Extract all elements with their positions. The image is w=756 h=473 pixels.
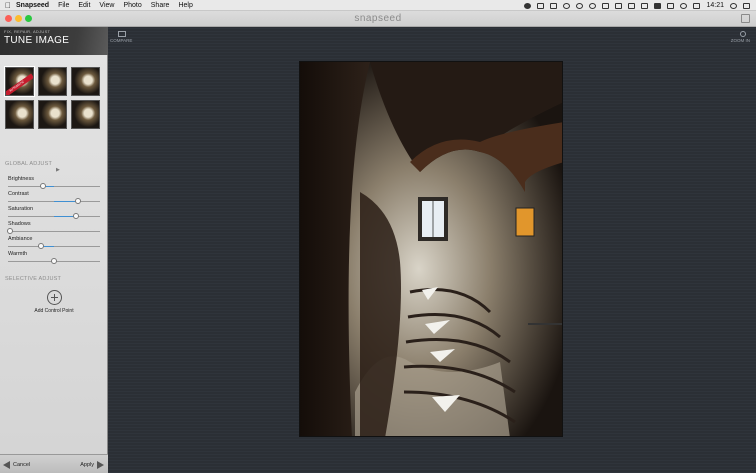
wifi-icon[interactable] xyxy=(680,2,688,9)
tool-title: TUNE IMAGE xyxy=(4,35,70,46)
cancel-button[interactable]: Cancel xyxy=(3,461,30,469)
record-icon[interactable] xyxy=(589,2,597,9)
menu-bar:  Snapseed File Edit View Photo Share He… xyxy=(0,0,756,11)
slider-label: Saturation xyxy=(8,206,34,212)
tool-header: FIX, REPAIR, ADJUST TUNE IMAGE xyxy=(0,27,108,55)
add-control-point-button[interactable]: Add Control Point xyxy=(0,290,108,314)
preset-thumbnail[interactable] xyxy=(71,67,100,96)
menu-help[interactable]: Help xyxy=(178,2,192,9)
bluetooth-icon[interactable] xyxy=(641,2,649,9)
apply-button[interactable]: Apply xyxy=(80,461,104,469)
menu-edit[interactable]: Edit xyxy=(78,2,90,9)
airplay-icon[interactable] xyxy=(628,2,636,9)
window-title: snapseed xyxy=(354,13,402,24)
carousel-next-icon[interactable]: ▶ xyxy=(56,167,60,173)
global-adjust-heading: GLOBAL ADJUST xyxy=(5,161,53,167)
sidebar: FIX, REPAIR, ADJUST TUNE IMAGE AUTOMATIC… xyxy=(0,27,108,473)
menu-photo[interactable]: Photo xyxy=(123,2,141,9)
screen-icon[interactable] xyxy=(602,2,610,9)
compare-icon xyxy=(118,31,126,37)
slider-knob[interactable] xyxy=(6,228,13,234)
battery-icon[interactable] xyxy=(667,2,675,9)
flag-icon[interactable] xyxy=(693,2,701,9)
automatic-ribbon: AUTOMATIC xyxy=(6,73,33,95)
compare-button[interactable]: COMPARE xyxy=(110,31,150,43)
slider-label: Ambiance xyxy=(8,236,33,242)
slider-knob[interactable] xyxy=(73,213,80,219)
cloud-icon[interactable] xyxy=(524,2,532,9)
plus-icon xyxy=(46,290,62,305)
menu-view[interactable]: View xyxy=(99,2,114,9)
dropbox-icon[interactable] xyxy=(537,2,545,9)
staircase-photo xyxy=(300,62,562,436)
magnifier-icon xyxy=(740,31,746,37)
window-title-bar: snapseed xyxy=(0,11,756,27)
search-icon[interactable] xyxy=(730,2,737,9)
menu-file[interactable]: File xyxy=(58,2,69,9)
preset-thumbnail[interactable] xyxy=(5,100,34,129)
slider-shadows[interactable] xyxy=(6,228,100,234)
slider-label: Contrast xyxy=(8,191,29,197)
slider-knob[interactable] xyxy=(39,183,46,189)
preset-thumbnail[interactable] xyxy=(38,100,67,129)
arrow-right-icon xyxy=(97,461,104,469)
photo[interactable] xyxy=(299,61,563,437)
gear-icon[interactable] xyxy=(563,2,571,9)
preset-thumbnail[interactable] xyxy=(38,67,67,96)
selective-adjust-heading: SELECTIVE ADJUST xyxy=(5,276,62,282)
preset-thumbnails: AUTOMATIC xyxy=(4,66,104,129)
slider-label: Brightness xyxy=(8,176,34,182)
clock-icon[interactable] xyxy=(576,2,584,9)
apple-menu-icon[interactable]:  xyxy=(0,1,16,10)
menu-share[interactable]: Share xyxy=(151,2,170,9)
notification-center-icon[interactable] xyxy=(743,2,750,9)
preset-thumbnail[interactable]: AUTOMATIC xyxy=(4,66,35,97)
apply-label: Apply xyxy=(80,462,94,468)
preset-thumbnail[interactable] xyxy=(71,100,100,129)
slider-brightness[interactable] xyxy=(8,183,100,189)
cancel-label: Cancel xyxy=(13,462,31,468)
status-area: 14:21 xyxy=(524,0,750,11)
display-icon[interactable] xyxy=(615,2,623,9)
slider-saturation[interactable] xyxy=(8,213,100,219)
keyboard-icon[interactable] xyxy=(550,2,558,9)
slider-label: Shadows xyxy=(8,221,31,227)
image-canvas[interactable] xyxy=(108,27,756,473)
compare-label: COMPARE xyxy=(110,38,133,43)
menu-app-name[interactable]: Snapseed xyxy=(16,2,49,9)
slider-knob[interactable] xyxy=(74,198,81,204)
clock-text[interactable]: 14:21 xyxy=(706,2,724,9)
breadcrumb[interactable]: FIX, REPAIR, ADJUST xyxy=(4,29,50,34)
volume-icon[interactable] xyxy=(654,2,662,9)
sidebar-footer: Cancel Apply xyxy=(0,454,108,473)
fullscreen-icon[interactable] xyxy=(741,14,750,23)
slider-contrast[interactable] xyxy=(8,198,100,204)
slider-warmth[interactable] xyxy=(8,258,100,264)
arrow-left-icon xyxy=(3,461,10,469)
slider-label: Warmth xyxy=(8,251,28,257)
add-control-point-label: Add Control Point xyxy=(34,308,74,314)
slider-knob[interactable] xyxy=(38,243,45,249)
slider-knob[interactable] xyxy=(51,258,57,264)
slider-ambiance[interactable] xyxy=(8,243,100,249)
zoom-in-label: ZOOM IN xyxy=(730,38,750,43)
zoom-in-button[interactable]: ZOOM IN xyxy=(731,31,750,43)
